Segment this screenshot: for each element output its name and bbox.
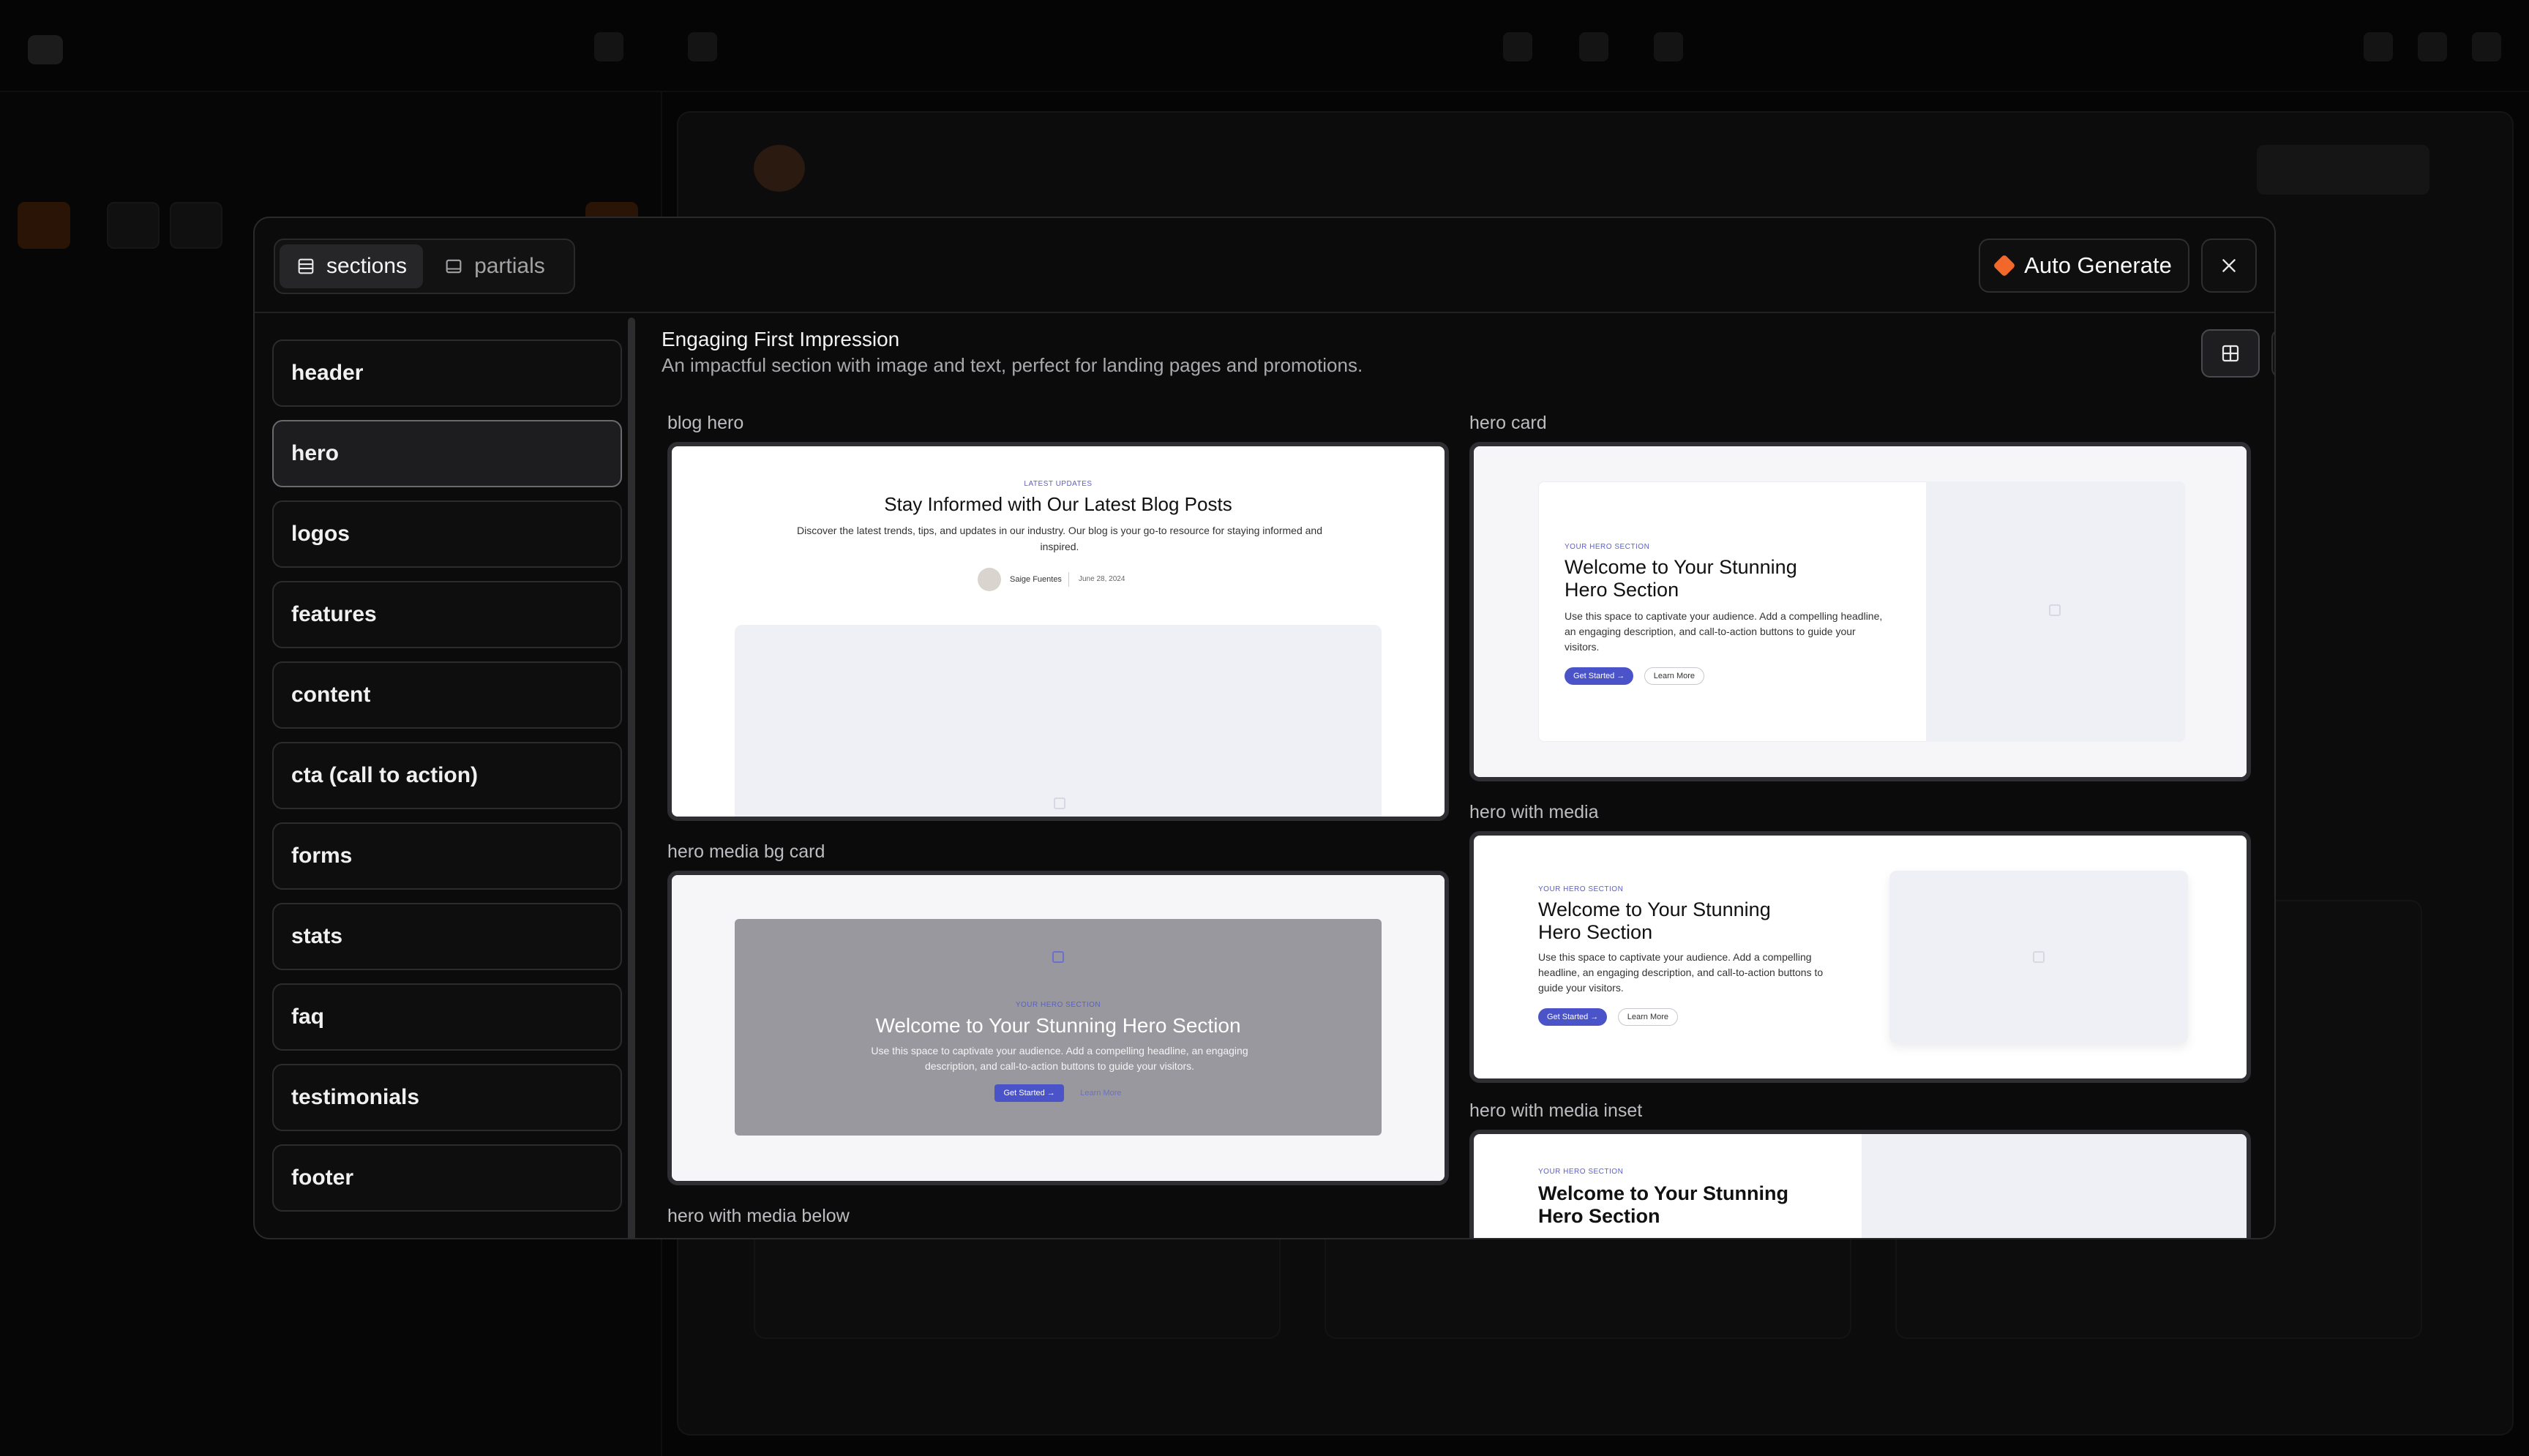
- hero-title: Welcome to Your Stunning Hero Section: [875, 1014, 1241, 1037]
- category-sidebar: header hero logos features content cta (…: [255, 313, 637, 1238]
- hero-title: Welcome to Your Stunning Hero Section: [1538, 898, 1771, 944]
- template-hero-with-media-inset[interactable]: YOUR HERO SECTION Welcome to Your Stunni…: [1469, 1130, 2251, 1238]
- background-menu-icon: [688, 32, 717, 61]
- blog-title: Stay Informed with Our Latest Blog Posts: [884, 493, 1232, 515]
- list-view-button[interactable]: [2271, 329, 2274, 378]
- background-brand-logo: [754, 145, 805, 192]
- close-button[interactable]: [2201, 239, 2257, 293]
- tab-sections[interactable]: sections: [280, 244, 424, 288]
- category-forms[interactable]: forms: [272, 822, 622, 890]
- close-icon: [2222, 259, 2236, 272]
- sections-icon: [298, 258, 314, 274]
- template-label-hero-media-bg-card: hero media bg card: [667, 841, 825, 862]
- image-placeholder-icon: [1052, 951, 1064, 963]
- background-mobile-icon: [1654, 32, 1683, 61]
- category-faq[interactable]: faq: [272, 983, 622, 1051]
- section-title: Engaging First Impression: [662, 328, 900, 350]
- grid-view-button[interactable]: [2201, 329, 2260, 378]
- category-stats[interactable]: stats: [272, 903, 622, 970]
- image-placeholder-icon: [2033, 951, 2045, 963]
- background-panel-icon: [594, 32, 623, 61]
- background-tool-icon: [107, 202, 160, 249]
- background-cta-button: [2257, 145, 2429, 195]
- hero-title-line: Welcome to Your Stunning: [1538, 898, 1771, 920]
- template-label-hero-with-media-inset: hero with media inset: [1469, 1100, 1643, 1121]
- background-logo: [28, 35, 63, 64]
- auto-generate-button[interactable]: Auto Generate: [1979, 239, 2189, 293]
- template-label-hero-with-media-below: hero with media below: [667, 1206, 850, 1226]
- meta-divider: [1068, 572, 1069, 587]
- template-gallery: Engaging First Impression An impactful s…: [642, 313, 2274, 1238]
- grid-icon: [2222, 345, 2239, 362]
- hero-eyebrow: YOUR HERO SECTION: [1538, 1168, 1624, 1176]
- hero-eyebrow: YOUR HERO SECTION: [1015, 1001, 1101, 1009]
- preview-learn-more-button: Learn More: [1644, 667, 1705, 685]
- template-hero-with-media[interactable]: YOUR HERO SECTION Welcome to Your Stunni…: [1469, 831, 2251, 1083]
- image-placeholder-icon: [1054, 798, 1065, 809]
- background-desktop-icon: [1503, 32, 1532, 61]
- section-description: An impactful section with image and text…: [662, 354, 1363, 376]
- hero-description: Use this space to captivate your audienc…: [1538, 951, 1824, 994]
- background-tool-icon: [18, 202, 70, 249]
- hero-buttons: Get Started → Learn More: [1565, 667, 1705, 685]
- category-hero[interactable]: hero: [272, 420, 622, 487]
- image-placeholder: [735, 625, 1382, 817]
- category-content[interactable]: content: [272, 661, 622, 729]
- blog-eyebrow: LATEST UPDATES: [1024, 480, 1093, 488]
- template-label-blog-hero: blog hero: [667, 413, 744, 433]
- background-tool-icon: [170, 202, 222, 249]
- category-header[interactable]: header: [272, 339, 622, 407]
- tab-switcher: sections partials: [274, 239, 575, 294]
- background-share-icon: [2418, 32, 2447, 61]
- hero-title-line: Hero Section: [1538, 1205, 1660, 1227]
- blog-author: Saige Fuentes: [1010, 575, 1062, 584]
- section-picker-modal: sections partials Auto Generate header h…: [253, 217, 2276, 1239]
- author-avatar: [978, 568, 1001, 591]
- category-testimonials[interactable]: testimonials: [272, 1064, 622, 1131]
- category-logos[interactable]: logos: [272, 500, 622, 568]
- image-placeholder-icon: [2049, 604, 2061, 616]
- sidebar-scrollbar[interactable]: [628, 318, 635, 1238]
- preview-get-started-button: Get Started →: [1565, 667, 1634, 685]
- auto-generate-label: Auto Generate: [2024, 252, 2172, 278]
- hero-title: Welcome to Your Stunning Hero Section: [1565, 556, 1797, 601]
- image-placeholder: [1862, 1134, 2247, 1238]
- hero-title-line: Hero Section: [1565, 579, 1679, 601]
- preview-learn-more-button: Learn More: [1617, 1008, 1679, 1026]
- hero-title-line: Welcome to Your Stunning: [1565, 556, 1797, 578]
- category-footer[interactable]: footer: [272, 1144, 622, 1212]
- partials-icon: [446, 259, 462, 274]
- modal-header: sections partials Auto Generate: [255, 218, 2274, 313]
- background-more-icon: [2472, 32, 2501, 61]
- preview-learn-more-link: Learn More: [1080, 1089, 1122, 1097]
- hero-eyebrow: YOUR HERO SECTION: [1538, 885, 1624, 893]
- preview-get-started-button: Get Started →: [994, 1084, 1064, 1102]
- hero-title-line: Welcome to Your Stunning: [1538, 1182, 1789, 1204]
- hero-title-line: Hero Section: [1538, 921, 1653, 943]
- category-features[interactable]: features: [272, 581, 622, 648]
- hero-eyebrow: YOUR HERO SECTION: [1565, 543, 1650, 551]
- tab-sections-label: sections: [326, 254, 408, 278]
- category-cta[interactable]: cta (call to action): [272, 742, 622, 809]
- hero-buttons: Get Started → Learn More: [1538, 1008, 1679, 1026]
- template-label-hero-card: hero card: [1469, 413, 1547, 433]
- category-list: header hero logos features content cta (…: [272, 339, 622, 1225]
- preview-get-started-button: Get Started →: [1538, 1008, 1608, 1026]
- auto-generate-icon: [1993, 254, 2016, 277]
- tab-partials-label: partials: [474, 254, 545, 278]
- background-edit-icon: [2364, 32, 2393, 61]
- hero-description: Use this space to captivate your audienc…: [871, 1045, 1248, 1072]
- hero-title: Welcome to Your Stunning Hero Section: [1538, 1182, 1788, 1228]
- template-hero-card[interactable]: YOUR HERO SECTION Welcome to Your Stunni…: [1469, 442, 2251, 781]
- blog-description: Discover the latest trends, tips, and up…: [797, 525, 1322, 552]
- hero-buttons: Get Started → Learn More: [672, 1084, 1445, 1102]
- template-hero-media-bg-card[interactable]: YOUR HERO SECTION Welcome to Your Stunni…: [667, 871, 1449, 1185]
- template-label-hero-with-media: hero with media: [1469, 802, 1599, 822]
- blog-date: June 28, 2024: [1079, 575, 1125, 583]
- template-blog-hero[interactable]: LATEST UPDATES Stay Informed with Our La…: [667, 442, 1449, 821]
- background-tablet-icon: [1579, 32, 1608, 61]
- hero-description: Use this space to captivate your audienc…: [1565, 610, 1883, 653]
- tab-partials[interactable]: partials: [427, 244, 561, 288]
- background-topbar: [0, 0, 2529, 92]
